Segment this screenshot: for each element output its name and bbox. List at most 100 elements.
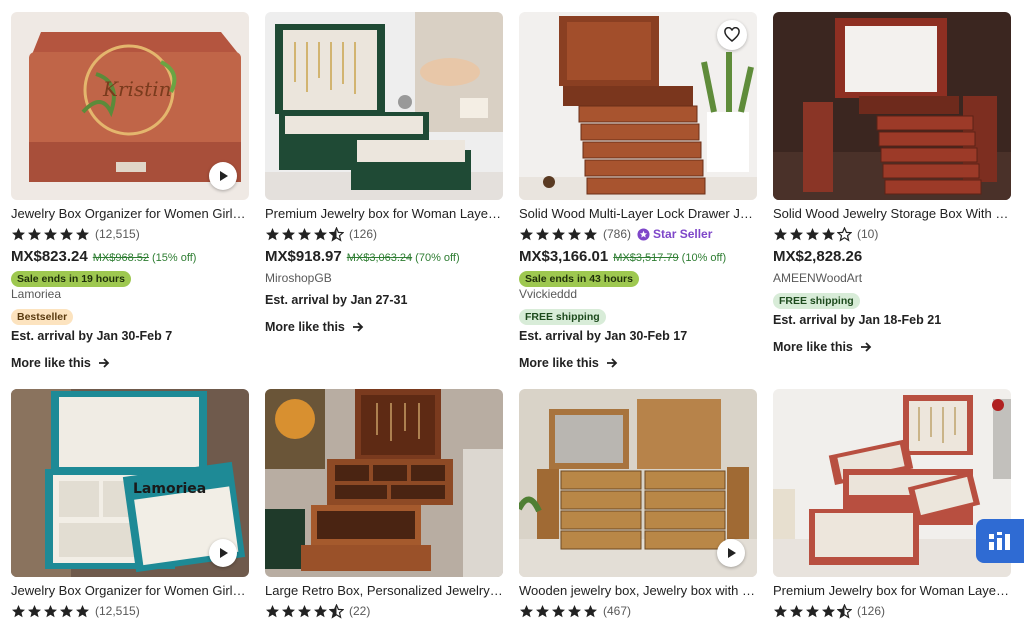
listing-title[interactable]: Jewelry Box Organizer for Women Girls, P…	[11, 206, 249, 222]
star-full-icon	[536, 227, 549, 240]
listing-title[interactable]: Solid Wood Jewelry Storage Box With Mirr…	[773, 206, 1011, 222]
star-full-icon	[536, 604, 549, 617]
star-full-icon	[584, 604, 597, 617]
play-video-button[interactable]	[209, 539, 237, 567]
play-icon	[220, 548, 228, 558]
listing-title[interactable]: Jewelry Box Organizer for Women Girls, P…	[11, 583, 249, 599]
review-count: (467)	[603, 604, 632, 618]
arrow-right-icon	[860, 342, 872, 352]
listing-card[interactable]: Kristin Jewelry Box Organizer for Women …	[11, 12, 249, 371]
listing-image[interactable]: Lamoriea	[11, 389, 249, 577]
star-full-icon	[552, 604, 565, 617]
retro-wood-box-image	[265, 389, 503, 577]
chart-widget-icon	[989, 532, 1010, 550]
star-rating	[519, 227, 598, 242]
review-count: (786)	[603, 227, 632, 241]
more-like-this-link[interactable]: More like this	[519, 355, 619, 371]
star-rating	[11, 604, 90, 619]
rating-row: (12,515)	[11, 225, 249, 243]
listing-image[interactable]	[265, 12, 503, 200]
rating-row: (786) Star Seller	[519, 225, 757, 243]
discount-percent: (70% off)	[415, 252, 460, 264]
listing-title[interactable]: Wooden jewelry box, Jewelry box with mir…	[519, 583, 757, 599]
sale-badge: Sale ends in 43 hours	[519, 271, 639, 287]
star-rating	[265, 603, 344, 619]
star-full-icon	[28, 604, 41, 617]
original-price: MX$968.52	[92, 252, 149, 264]
listing-card[interactable]: Solid Wood Jewelry Storage Box With Mirr…	[773, 12, 1011, 355]
star-rating	[519, 604, 598, 619]
star-half-icon	[329, 603, 344, 619]
more-like-this-link[interactable]: More like this	[773, 339, 873, 355]
play-video-button[interactable]	[717, 539, 745, 567]
listing-card[interactable]: Large Retro Box, Personalized Jewelry Bo…	[265, 389, 503, 620]
listing-title[interactable]: Premium Jewelry box for Woman Layered Or…	[265, 206, 503, 222]
star-full-icon	[44, 227, 57, 240]
play-video-button[interactable]	[209, 162, 237, 190]
listing-title[interactable]: Solid Wood Multi-Layer Lock Drawer Jewel…	[519, 206, 757, 222]
star-full-icon	[60, 227, 73, 240]
star-full-icon	[822, 227, 835, 240]
star-seller-icon	[637, 227, 650, 241]
more-like-this-link[interactable]: More like this	[265, 319, 365, 335]
arrival-estimate: Est. arrival by Jan 30-Feb 17	[519, 329, 688, 343]
star-rating	[265, 226, 344, 242]
review-count: (12,515)	[95, 227, 140, 241]
star-full-icon	[12, 227, 25, 240]
rating-row: (22)	[265, 602, 503, 620]
listing-title[interactable]: Large Retro Box, Personalized Jewelry Bo…	[265, 583, 503, 599]
star-full-icon	[266, 604, 279, 617]
listing-image[interactable]	[519, 12, 757, 200]
star-full-icon	[584, 227, 597, 240]
price-row: MX$2,828.26	[773, 248, 1011, 266]
star-half-icon	[837, 603, 852, 619]
shop-name[interactable]: Lamoriea	[11, 286, 249, 302]
listing-image[interactable]: Kristin	[11, 12, 249, 200]
review-count: (22)	[349, 604, 371, 618]
arrival-estimate: Est. arrival by Jan 30-Feb 7	[11, 329, 173, 343]
listing-title[interactable]: Premium Jewelry box for Woman Layered Or…	[773, 583, 1011, 599]
favorite-button[interactable]	[717, 20, 747, 50]
star-full-icon	[314, 227, 327, 240]
star-rating	[773, 226, 852, 242]
sale-price: MX$2,828.26	[773, 248, 863, 265]
play-icon	[220, 171, 228, 181]
star-full-icon	[520, 604, 533, 617]
star-full-icon	[806, 604, 819, 617]
shop-name[interactable]: AMEENWoodArt	[773, 270, 1011, 286]
star-full-icon	[568, 227, 581, 240]
star-full-icon	[790, 227, 803, 240]
shop-name[interactable]: Vvickieddd	[519, 286, 757, 302]
listing-image[interactable]	[265, 389, 503, 577]
listing-card[interactable]: Lamoriea Jewelry Box Organizer for Women…	[11, 389, 249, 620]
shop-name[interactable]: MiroshopGB	[265, 270, 503, 286]
star-rating	[773, 603, 852, 619]
arrival-estimate: Est. arrival by Jan 27-31	[265, 293, 408, 307]
more-like-this-link[interactable]: More like this	[11, 355, 111, 371]
star-full-icon	[568, 604, 581, 617]
chart-widget-button[interactable]	[976, 519, 1024, 563]
star-rating	[11, 227, 90, 242]
star-full-icon	[774, 227, 787, 240]
sale-price: MX$823.24	[11, 248, 88, 265]
star-full-icon	[12, 604, 25, 617]
listing-image[interactable]	[773, 12, 1011, 200]
star-full-icon	[298, 604, 311, 617]
listing-card[interactable]: Premium Jewelry box for Woman Layered Or…	[773, 389, 1011, 620]
price-row: MX$3,166.01 MX$3,517.79 (10% off)	[519, 248, 757, 266]
star-full-icon	[314, 604, 327, 617]
listing-card[interactable]: Premium Jewelry box for Woman Layered Or…	[265, 12, 503, 335]
bestseller-badge: Bestseller	[11, 309, 74, 325]
original-price: MX$3,517.79	[613, 252, 679, 264]
more-like-this-label: More like this	[519, 356, 599, 370]
rating-row: (126)	[773, 602, 1011, 620]
listing-card[interactable]: Wooden jewelry box, Jewelry box with mir…	[519, 389, 757, 620]
sale-price: MX$918.97	[265, 248, 342, 265]
star-full-icon	[774, 604, 787, 617]
star-half-icon	[329, 226, 344, 242]
arrow-right-icon	[98, 358, 110, 368]
play-icon	[728, 548, 736, 558]
more-like-this-label: More like this	[773, 340, 853, 354]
listing-card[interactable]: Solid Wood Multi-Layer Lock Drawer Jewel…	[519, 12, 757, 371]
listing-image[interactable]	[519, 389, 757, 577]
